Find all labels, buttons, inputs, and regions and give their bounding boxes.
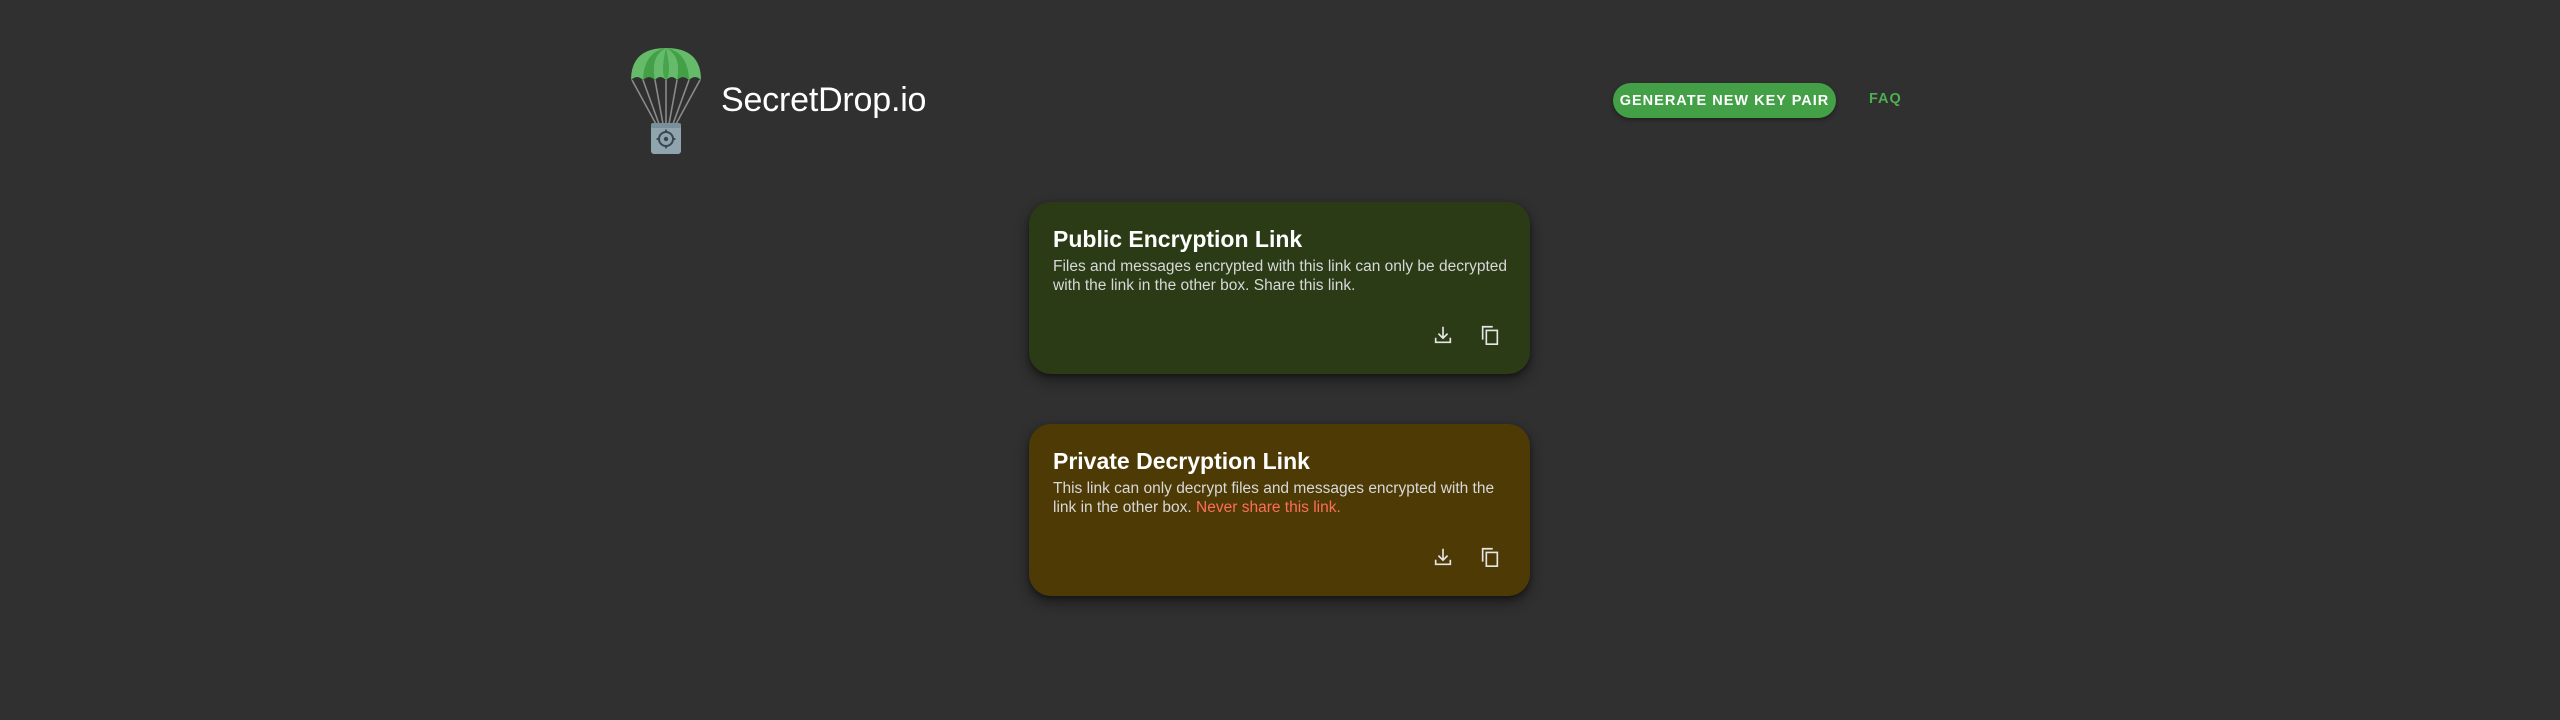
brand-title: SecretDrop.io: [721, 81, 927, 119]
private-card-title: Private Decryption Link: [1053, 448, 1310, 474]
download-icon: [1434, 548, 1452, 566]
never-share-warning: Never share this link.: [1196, 499, 1341, 516]
public-copy-button[interactable]: [1473, 318, 1507, 352]
public-encryption-card: Public Encryption Link Files and message…: [1029, 202, 1530, 374]
public-card-description: Files and messages encrypted with this l…: [1053, 258, 1508, 294]
page: SecretDrop.io GENERATE NEW KEY PAIR FAQ …: [0, 0, 2560, 720]
generate-key-pair-button[interactable]: GENERATE NEW KEY PAIR: [1613, 83, 1836, 118]
parachute-logo-icon: [631, 48, 701, 154]
copy-icon: [1481, 325, 1499, 345]
private-decryption-card: Private Decryption Link This link can on…: [1029, 424, 1530, 596]
private-copy-button[interactable]: [1473, 540, 1507, 574]
public-card-title: Public Encryption Link: [1053, 226, 1303, 252]
download-icon: [1434, 326, 1452, 344]
public-download-button[interactable]: [1426, 318, 1460, 352]
private-download-button[interactable]: [1426, 540, 1460, 574]
private-card-description: This link can only decrypt files and mes…: [1053, 479, 1513, 517]
copy-icon: [1481, 547, 1499, 567]
faq-link[interactable]: FAQ: [1869, 91, 1902, 107]
